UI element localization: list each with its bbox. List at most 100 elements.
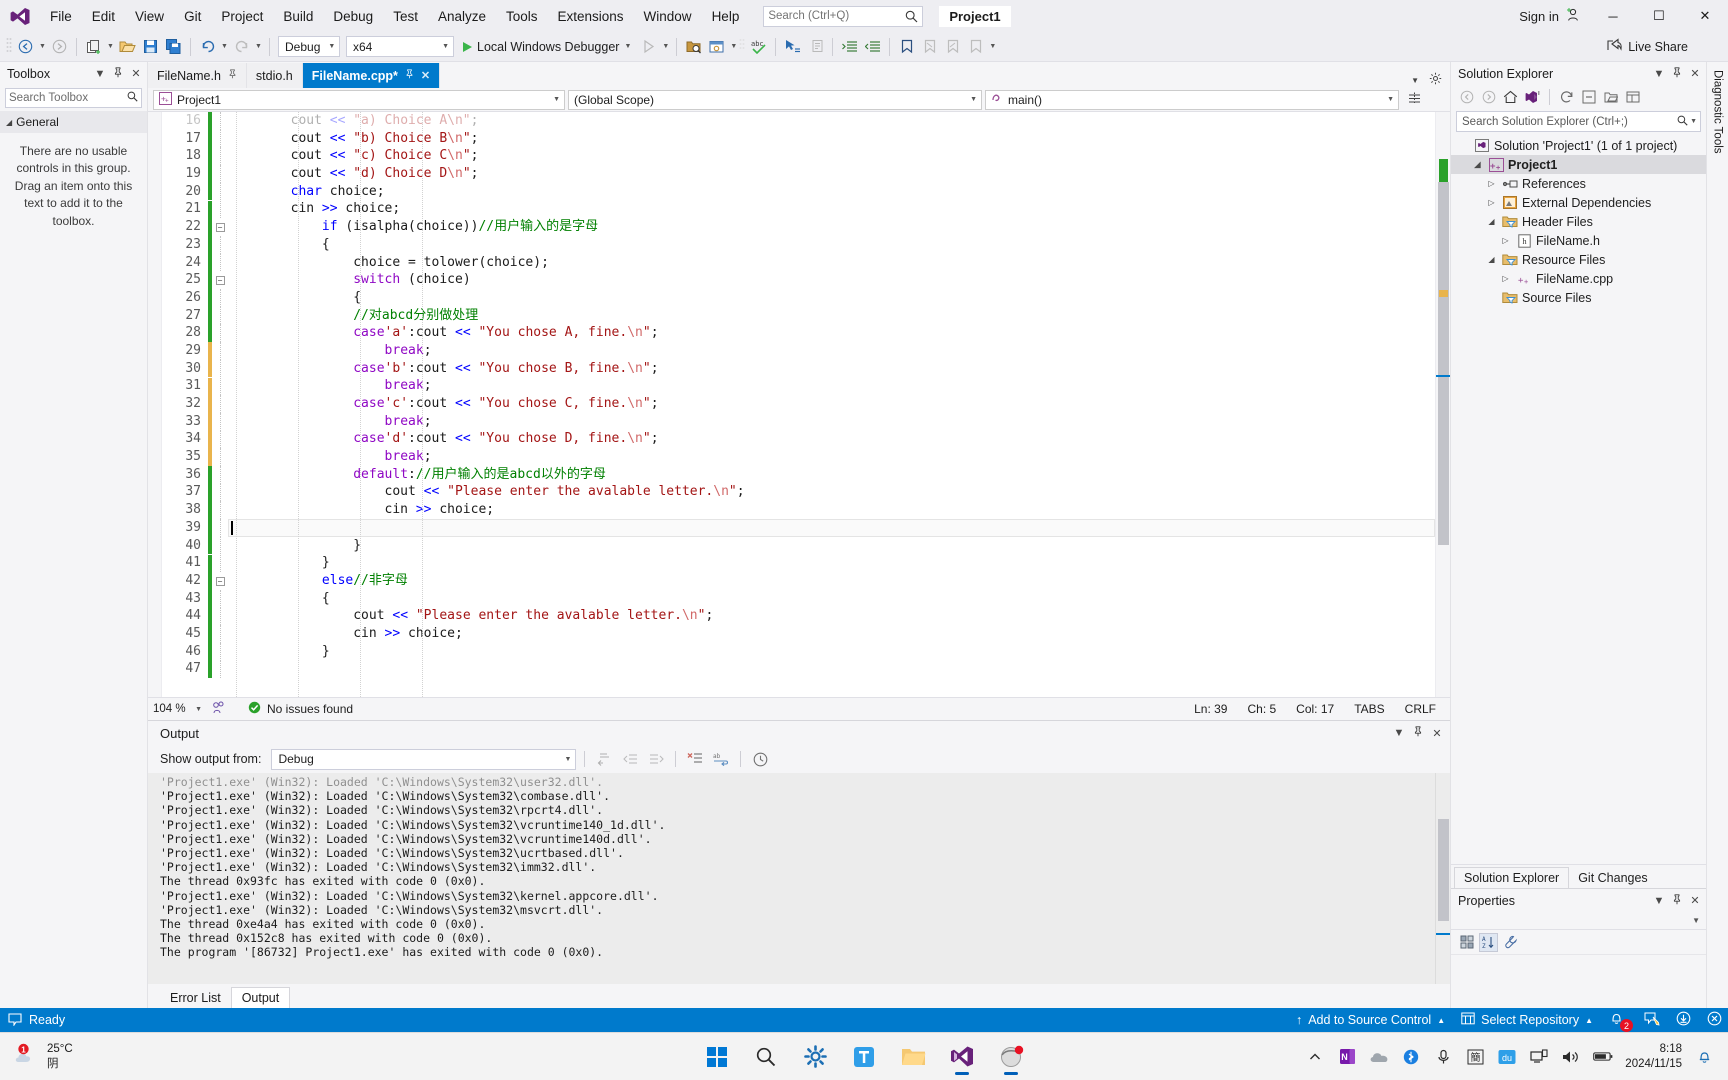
toggle-word-wrap-icon[interactable]: ab (710, 748, 732, 770)
menu-window[interactable]: Window (634, 5, 702, 28)
expanded-twisty-icon[interactable]: ◢ (1485, 217, 1498, 226)
code-line[interactable]: case'a':cout << "You chose A, fine.\n"; (228, 324, 1435, 342)
menu-edit[interactable]: Edit (82, 5, 125, 28)
feedback-button[interactable] (1644, 1011, 1660, 1029)
alphabetical-icon[interactable]: AZ (1479, 932, 1498, 952)
editor-vertical-scrollbar[interactable] (1435, 112, 1450, 697)
code-line[interactable]: cout << "Please enter the avalable lette… (228, 607, 1435, 625)
menu-debug[interactable]: Debug (323, 5, 383, 28)
code-line[interactable] (228, 660, 1435, 678)
maximize-button[interactable]: ☐ (1636, 0, 1682, 32)
code-line[interactable]: else//非字母 (228, 572, 1435, 590)
onenote-icon[interactable]: N (1337, 1047, 1357, 1067)
increase-indent-icon[interactable] (838, 35, 861, 58)
chevron-down-icon[interactable]: ▼ (1411, 76, 1419, 85)
solution-explorer-search-box[interactable]: Search Solution Explorer (Ctrl+;) ▼ (1456, 111, 1701, 132)
refresh-icon[interactable] (1557, 88, 1576, 107)
add-to-source-control-button[interactable]: ↑ Add to Source Control ▲ (1296, 1013, 1445, 1027)
collapsed-twisty-icon[interactable]: ▷ (1499, 274, 1512, 283)
pin-icon[interactable] (1670, 66, 1684, 81)
undo-icon[interactable] (196, 35, 219, 58)
split-view-icon[interactable] (1408, 92, 1421, 108)
code-editor[interactable]: 16 17 18 19 20 21 22 23 24 25 26 27 28 29 30 31 32 33 34 35… (148, 112, 1450, 697)
toolbox-group-general[interactable]: ◢ General (0, 111, 147, 133)
code-line[interactable]: } (228, 643, 1435, 661)
switch-views-icon[interactable] (1523, 88, 1542, 107)
properties-object-combo[interactable]: ▼ (1451, 912, 1706, 930)
toggle-timestamp-icon[interactable] (749, 748, 771, 770)
pin-icon[interactable] (405, 69, 414, 82)
diagnostic-tools-strip[interactable]: Diagnostic Tools (1706, 62, 1728, 1008)
close-icon[interactable]: ✕ (1688, 67, 1702, 80)
file-explorer-icon[interactable] (893, 1037, 933, 1077)
code-line[interactable]: cin >> choice; (228, 625, 1435, 643)
close-icon[interactable]: ✕ (421, 69, 430, 82)
solution-tree-node[interactable]: ◢ + + Project1 (1451, 155, 1706, 174)
code-line[interactable]: cin >> choice; (228, 501, 1435, 519)
chevron-down-icon[interactable]: ▼ (1652, 895, 1666, 907)
solution-configuration-combo[interactable]: Debug ▼ (278, 36, 340, 57)
previous-bookmark-icon[interactable] (918, 35, 941, 58)
menu-project[interactable]: Project (211, 5, 273, 28)
close-icon[interactable]: ✕ (129, 67, 143, 80)
solution-tree-node[interactable]: ◢ Resource Files (1451, 250, 1706, 269)
ime-language-icon[interactable]: 簡 (1465, 1047, 1485, 1067)
menu-view[interactable]: View (125, 5, 174, 28)
expanded-twisty-icon[interactable]: ◢ (1485, 255, 1498, 264)
bluetooth-icon[interactable] (1401, 1047, 1421, 1067)
close-button[interactable]: ✕ (1682, 0, 1728, 32)
code-line[interactable]: break; (228, 413, 1435, 431)
gear-icon[interactable] (1429, 72, 1442, 88)
solution-tree-node[interactable]: ▷ External Dependencies (1451, 193, 1706, 212)
redo-icon[interactable] (230, 35, 253, 58)
code-line[interactable]: default://用户输入的是abcd以外的字母 (228, 466, 1435, 484)
menu-tools[interactable]: Tools (496, 5, 548, 28)
menu-file[interactable]: File (40, 5, 82, 28)
expanded-twisty-icon[interactable]: ◢ (1471, 160, 1484, 169)
pin-icon[interactable] (228, 69, 237, 82)
network-icon[interactable] (1529, 1047, 1549, 1067)
chevron-down-icon[interactable]: ▼ (1392, 727, 1406, 739)
collapse-outline-icon[interactable]: − (215, 275, 225, 285)
select-repository-button[interactable]: Select Repository ▲ (1461, 1012, 1593, 1028)
pin-icon[interactable] (1670, 893, 1684, 908)
code-line[interactable]: break; (228, 448, 1435, 466)
code-line[interactable]: case'c':cout << "You chose C, fine.\n"; (228, 395, 1435, 413)
code-line[interactable]: cout << "c) Choice C\n"; (228, 147, 1435, 165)
sign-in-button[interactable]: Sign in (1509, 7, 1590, 25)
start-options-dropdown-icon[interactable]: ▼ (660, 43, 671, 50)
forward-icon[interactable] (1479, 88, 1498, 107)
show-all-files-icon[interactable] (1601, 88, 1620, 107)
toolbar-grip-2[interactable] (739, 37, 747, 57)
solution-platform-combo[interactable]: x64 ▼ (346, 36, 454, 57)
scope-combo[interactable]: (Global Scope) ▼ (568, 89, 982, 110)
output-text-view[interactable]: 'Project1.exe' (Win32): Loaded 'C:\Windo… (148, 773, 1450, 984)
toolbar-overflow-icon[interactable]: ▼ (987, 43, 998, 50)
open-file-icon[interactable] (116, 35, 139, 58)
start-button[interactable] (697, 1037, 737, 1077)
decrease-indent-icon[interactable] (861, 35, 884, 58)
menu-test[interactable]: Test (383, 5, 428, 28)
code-line[interactable]: case'b':cout << "You chose B, fine.\n"; (228, 360, 1435, 378)
start-debugging-button[interactable]: Local Windows Debugger ▼ (457, 35, 637, 58)
taskbar-app-browser[interactable] (991, 1037, 1031, 1077)
show-output-from-combo[interactable]: Debug ▼ (271, 748, 577, 770)
project-combo[interactable]: + + Project1 ▼ (153, 89, 565, 110)
solution-explorer-tree[interactable]: Solution 'Project1' (1 of 1 project) ◢ + + P… (1451, 135, 1706, 864)
back-icon[interactable] (1457, 88, 1476, 107)
taskbar-weather-widget[interactable]: 1 25°C 阴 (0, 1042, 73, 1071)
go-to-next-location-icon[interactable] (781, 35, 804, 58)
collapse-all-icon[interactable] (1579, 88, 1598, 107)
zoom-control[interactable]: 104 % ▼ (153, 703, 205, 715)
go-to-previous-icon[interactable] (619, 748, 641, 770)
code-line[interactable]: char choice; (228, 183, 1435, 201)
code-line[interactable]: cin >> choice; (228, 200, 1435, 218)
settings-icon[interactable] (795, 1037, 835, 1077)
new-project-icon[interactable] (82, 35, 105, 58)
issues-status[interactable]: No issues found (248, 701, 353, 717)
menu-analyze[interactable]: Analyze (428, 5, 496, 28)
comment-selection-icon[interactable] (804, 35, 827, 58)
battery-icon[interactable] (1593, 1047, 1613, 1067)
code-line[interactable]: { (228, 236, 1435, 254)
properties-wrench-icon[interactable] (1501, 933, 1520, 952)
